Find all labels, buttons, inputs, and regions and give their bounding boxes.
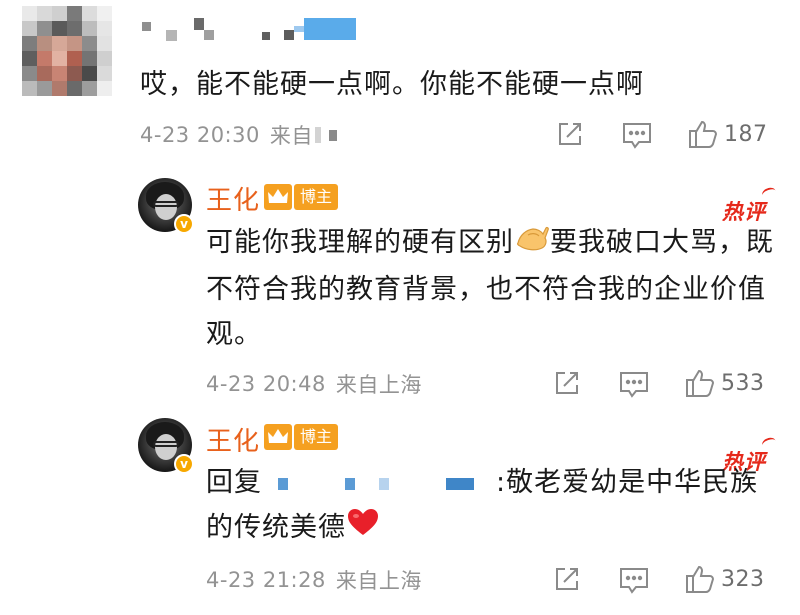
share-button[interactable] [554,566,580,592]
root-comment: 哎，能不能硬一点啊。你能不能硬一点啊 4-23 20:30 来自 187 [0,0,800,170]
reply-time: 4-23 21:28 [206,568,326,592]
thumbs-up-icon [686,369,715,397]
reply-text-part: :敬老爱幼是中华民族的传统美德 [206,467,759,543]
comment-icon [620,372,648,398]
blogger-badge: 博主 [294,424,339,450]
comment-icon [623,123,651,149]
thumbs-up-icon [689,120,718,148]
comment-button[interactable] [619,567,649,594]
masked-location-block [328,129,337,141]
red-heart-emoji [346,506,380,551]
thumbs-up-icon [686,565,715,593]
reply-author-name[interactable]: 王化 [206,180,260,217]
root-comment-text: 哎，能不能硬一点啊。你能不能硬一点啊 [140,69,644,100]
reply-text-part: 可能你我理解的硬有区别 [206,227,514,258]
masked-mention-block [277,477,288,490]
comment-icon [620,568,648,594]
reply-location: 来自上海 [335,569,422,593]
blogger-badge: 博主 [294,184,339,210]
reply-location: 来自上海 [335,373,422,397]
verified-badge-icon: v [174,454,194,474]
pinching-hand-emoji [514,221,550,267]
reply-text: 回复 :敬老爱幼是中华民族的传统美德 [206,460,786,551]
like-button[interactable]: 323 [685,564,765,594]
share-icon [556,568,578,590]
reply-meta: 4-23 21:28 来自上海 [206,563,422,597]
masked-mention-block [446,477,475,490]
share-button[interactable] [557,121,583,147]
commenter-avatar-pixelated[interactable] [22,6,112,98]
commenter-username-masked[interactable] [142,18,372,48]
root-comment-from-label: 来自 [269,124,313,148]
like-button[interactable]: 533 [685,368,765,398]
comment-button[interactable] [619,371,649,398]
comment-button[interactable] [622,122,652,149]
masked-mention-block [345,477,356,490]
like-count: 323 [721,566,765,592]
crown-icon [264,184,292,210]
like-count: 533 [721,370,765,396]
reply-prefix: 回复 [206,467,262,498]
like-button[interactable]: 187 [688,119,768,149]
share-icon [556,372,578,394]
verified-badge-icon: v [174,214,194,234]
masked-mention-block [378,477,389,490]
reply-meta: 4-23 20:48 来自上海 [206,367,422,401]
crown-icon [264,424,292,450]
share-button[interactable] [554,370,580,396]
like-count: 187 [724,121,768,147]
root-comment-time: 4-23 20:30 [140,123,260,147]
reply-text: 可能你我理解的硬有区别 要我破口大骂，既不符合我的教育背景，也不符合我的企业价值观… [206,220,786,357]
reply-time: 4-23 20:48 [206,372,326,396]
masked-location-block [314,127,321,143]
share-icon [559,123,581,145]
root-comment-meta: 4-23 20:30 来自 [140,118,337,152]
reply-author-name[interactable]: 王化 [206,421,260,458]
